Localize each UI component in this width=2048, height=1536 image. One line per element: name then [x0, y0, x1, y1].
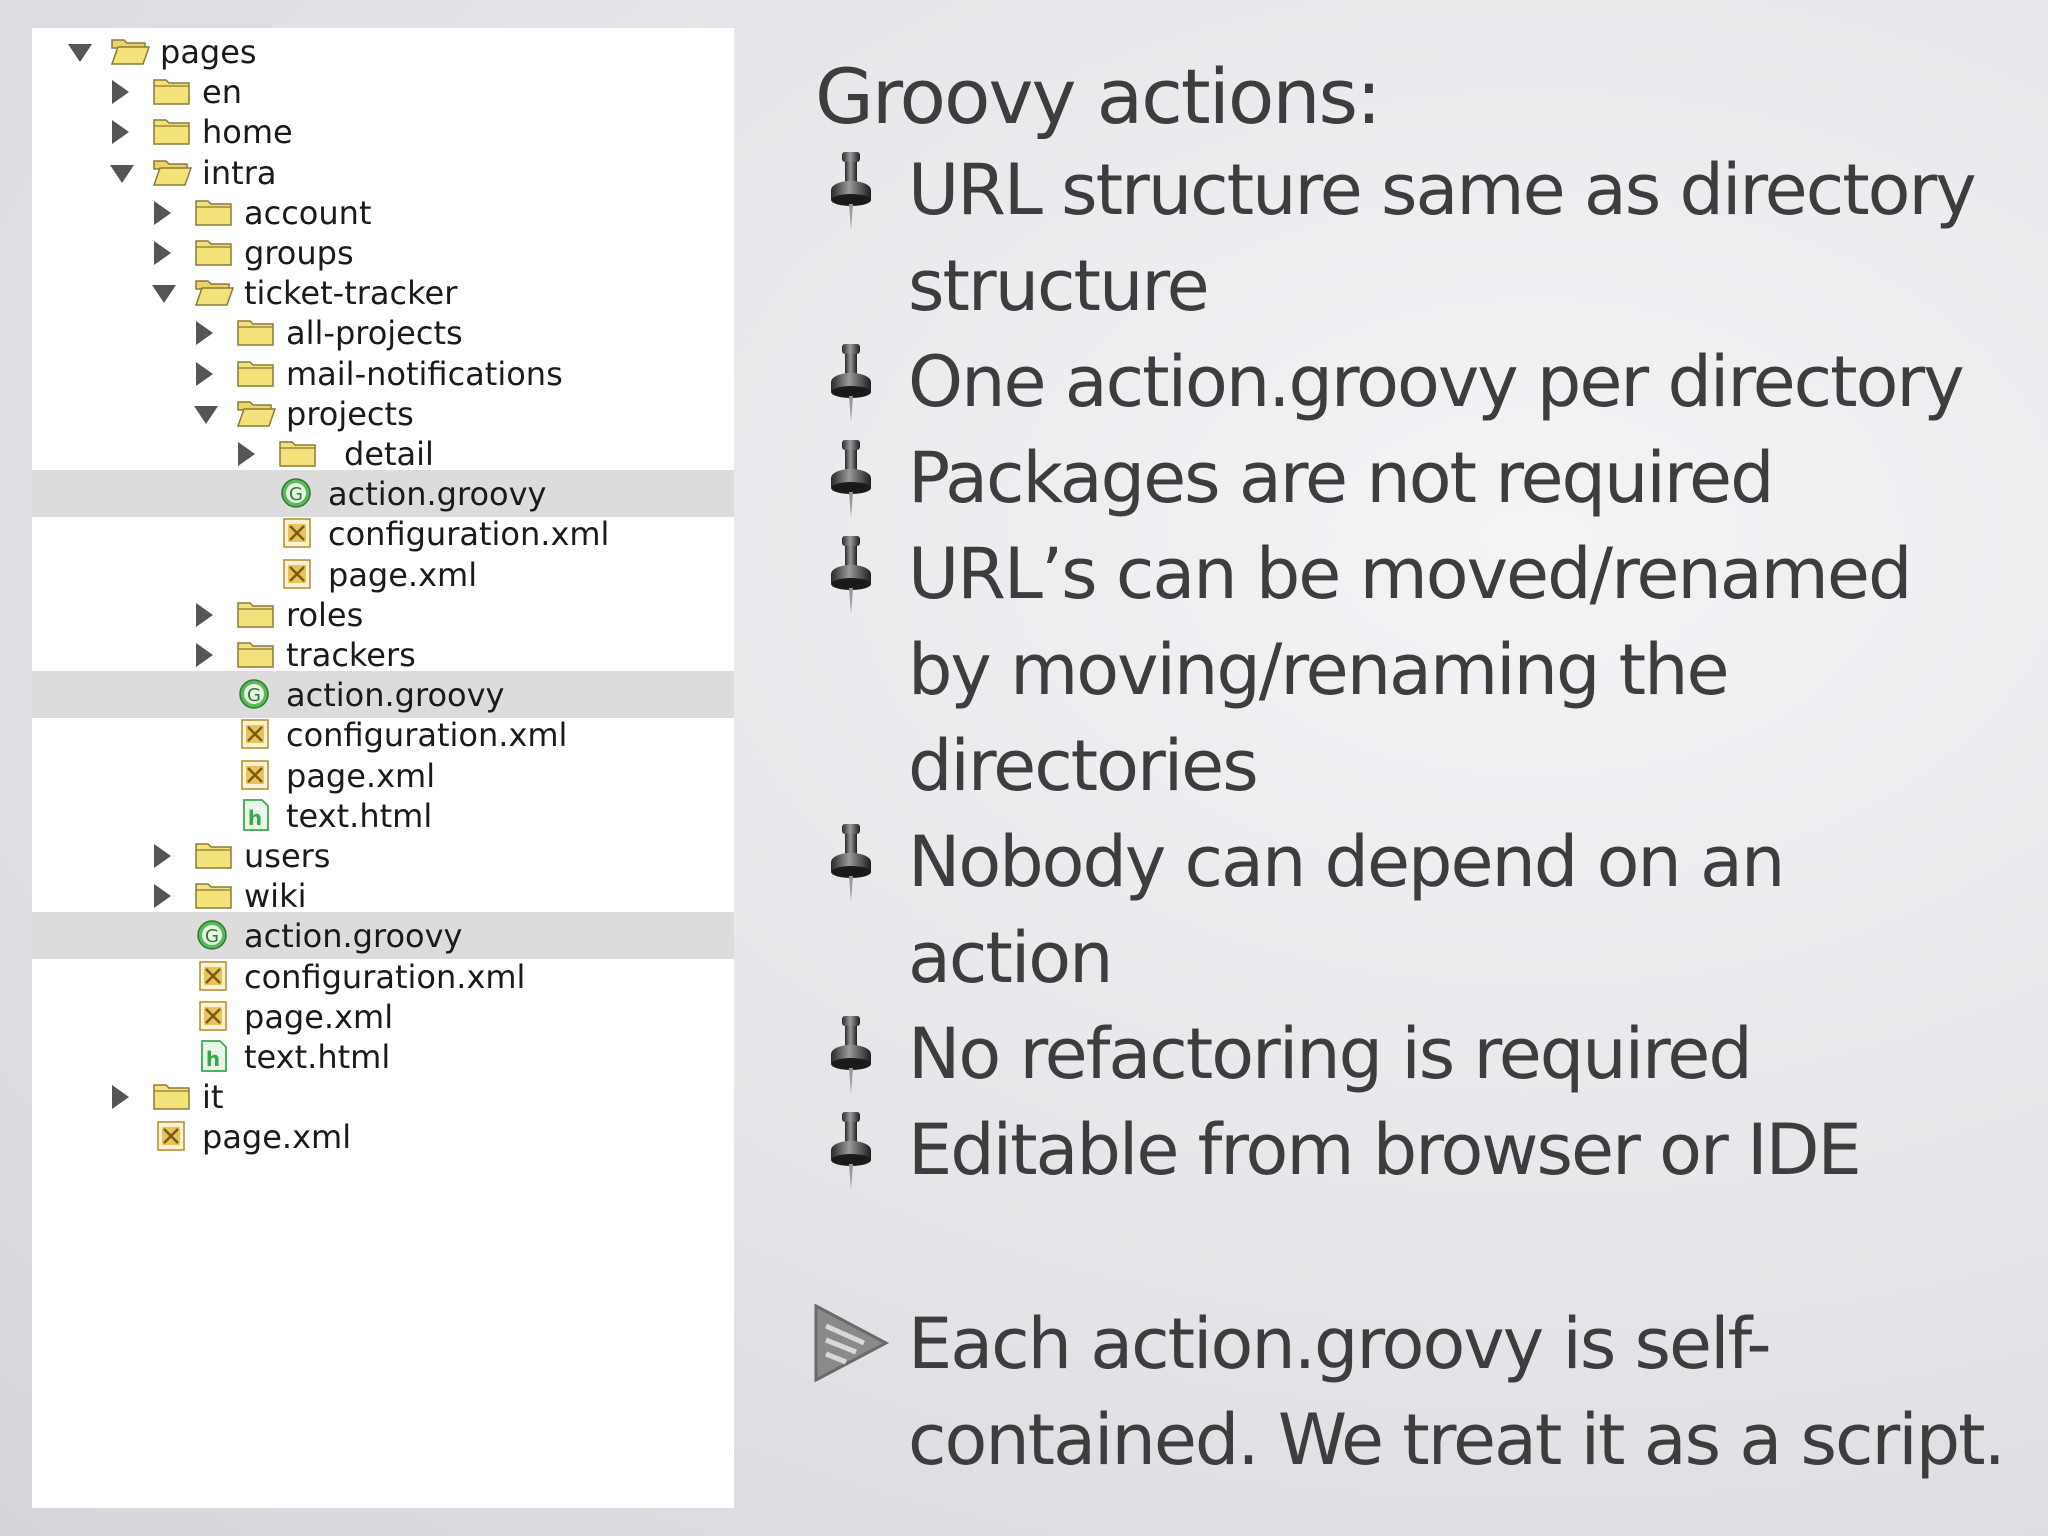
open-folder-icon	[152, 155, 193, 189]
xml-file-icon	[194, 959, 234, 993]
pushpin-icon	[822, 434, 880, 522]
disclosure-collapsed-icon[interactable]	[112, 1085, 129, 1110]
svg-text:G: G	[247, 685, 261, 706]
disclosure-collapsed-icon[interactable]	[112, 120, 129, 145]
disclosure-expanded-icon[interactable]	[152, 285, 176, 304]
disclosure-expanded-icon[interactable]	[110, 164, 134, 183]
slide-title: Groovy actions:	[815, 52, 1382, 141]
folder-icon	[152, 1079, 192, 1113]
groovy-file-icon: G	[278, 476, 318, 510]
open-folder-icon	[194, 275, 235, 309]
folder-icon	[194, 878, 234, 912]
folder-icon	[194, 235, 234, 269]
disclosure-expanded-icon[interactable]	[68, 44, 92, 62]
svg-text:G: G	[289, 484, 303, 505]
folder-icon	[236, 356, 276, 390]
pushpin-icon	[822, 1010, 880, 1098]
svg-text:h: h	[206, 1047, 220, 1071]
disclosure-collapsed-icon[interactable]	[112, 80, 129, 105]
disclosure-collapsed-icon[interactable]	[196, 361, 213, 386]
html-file-icon: h	[236, 798, 276, 832]
bullet-text: No refactoring is required	[908, 1013, 1753, 1095]
disclosure-collapsed-icon[interactable]	[154, 884, 171, 909]
pushpin-icon	[822, 1106, 880, 1194]
pushpin-icon	[822, 818, 880, 906]
disclosure-collapsed-icon[interactable]	[196, 643, 213, 667]
xml-file-icon	[152, 1119, 192, 1153]
xml-file-icon	[236, 717, 276, 751]
disclosure-collapsed-icon[interactable]	[196, 602, 213, 627]
folder-icon	[236, 315, 276, 349]
pushpin-icon	[822, 146, 880, 234]
tree-row[interactable]: page.xml	[32, 1113, 734, 1160]
bullet-text: Packages are not required	[908, 437, 1775, 519]
xml-file-icon	[278, 516, 318, 550]
disclosure-expanded-icon[interactable]	[194, 405, 218, 424]
bullet-text: URL structure same as directory	[908, 149, 1977, 231]
note-text: Each action.groovy is self-	[908, 1303, 1772, 1385]
bullet-text: by moving/renaming the	[908, 629, 1730, 711]
bullet-text: Nobody can depend on an	[908, 821, 1785, 903]
pushpin-icon	[822, 338, 880, 426]
disclosure-collapsed-icon[interactable]	[196, 321, 213, 346]
groovy-file-icon: G	[194, 918, 234, 952]
svg-text:G: G	[205, 926, 219, 947]
bullet-text: structure	[908, 245, 1210, 327]
disclosure-collapsed-icon[interactable]	[154, 844, 171, 868]
folder-icon	[236, 597, 276, 631]
disclosure-collapsed-icon[interactable]	[238, 442, 255, 466]
xml-file-icon	[278, 557, 318, 591]
svg-text:h: h	[248, 806, 262, 830]
folder-icon	[194, 838, 234, 872]
project-tree-panel: pages en home intra account groups ticke…	[32, 28, 734, 1508]
disclosure-collapsed-icon[interactable]	[154, 200, 171, 225]
xml-file-icon	[194, 999, 234, 1033]
groovy-file-icon: G	[236, 677, 276, 711]
bullet-text: One action.groovy per directory	[908, 341, 1965, 423]
open-folder-icon	[236, 396, 277, 430]
bullet-text: URL’s can be moved/renamed	[908, 533, 1912, 615]
folder-icon	[236, 637, 276, 671]
note-text: contained. We treat it as a script.	[908, 1399, 2006, 1481]
pushpin-icon	[822, 530, 880, 618]
folder-icon	[152, 74, 192, 108]
folder-icon	[152, 114, 192, 148]
open-folder-icon	[110, 34, 151, 68]
disclosure-collapsed-icon[interactable]	[154, 241, 171, 265]
triangle-arrow-icon	[812, 1302, 890, 1384]
tree-item-label: page.xml	[202, 1118, 352, 1157]
bullet-text: action	[908, 917, 1113, 999]
xml-file-icon	[236, 758, 276, 792]
bullet-text: directories	[908, 725, 1259, 807]
folder-icon	[278, 436, 318, 470]
bullet-text: Editable from browser or IDE	[908, 1109, 1862, 1191]
folder-icon	[194, 195, 234, 229]
html-file-icon: h	[194, 1039, 234, 1073]
